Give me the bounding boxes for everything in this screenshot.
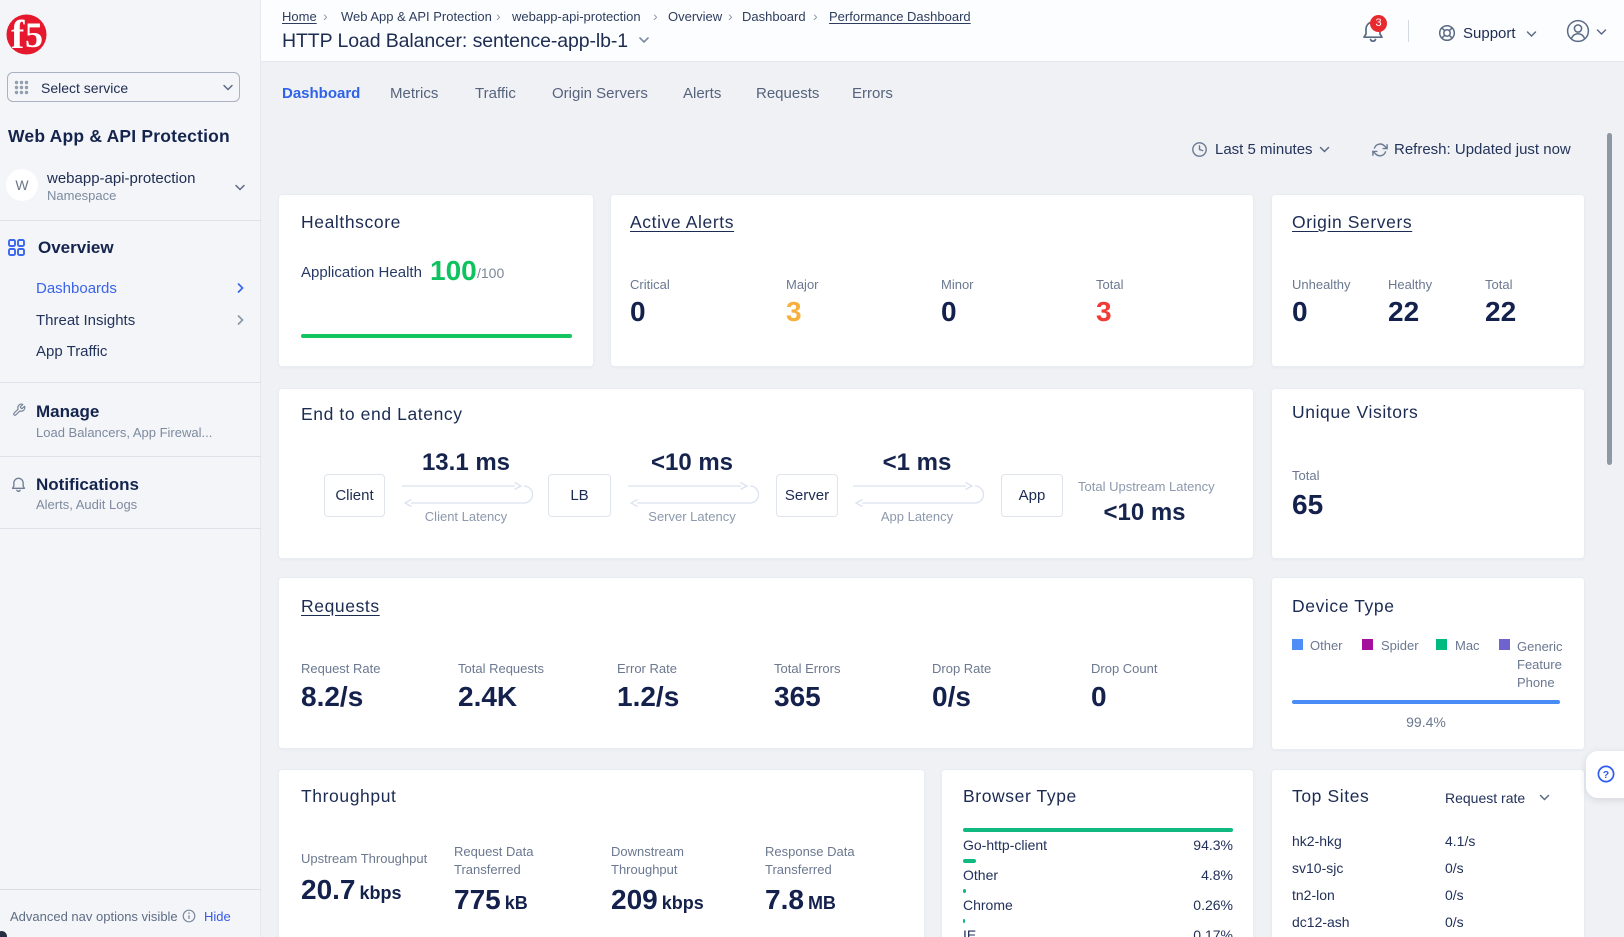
svg-text:5: 5 — [25, 15, 43, 55]
svg-text:f: f — [11, 14, 25, 55]
svg-text:?: ? — [1603, 769, 1609, 781]
